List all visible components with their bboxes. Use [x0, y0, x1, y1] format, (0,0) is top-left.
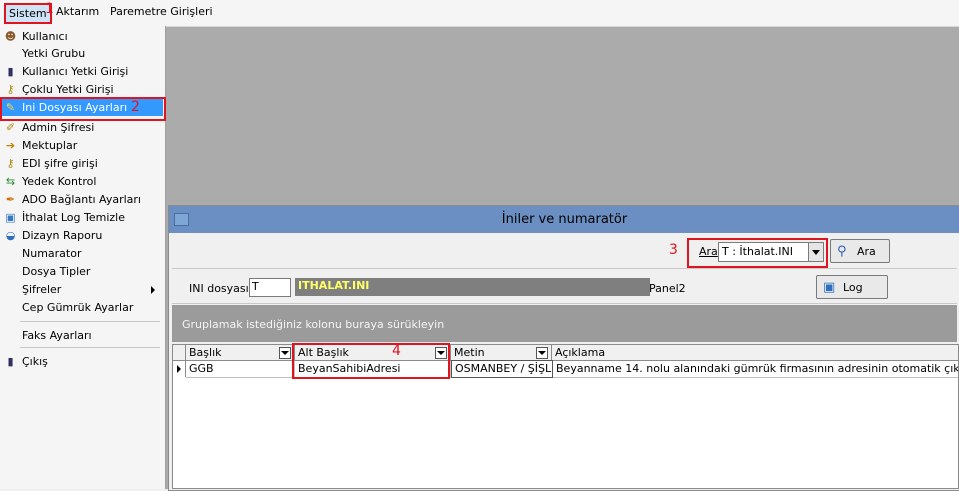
plug-icon: ✒: [5, 193, 16, 206]
table-cell[interactable]: GGB: [186, 361, 295, 378]
menu-item-yetki-grubu[interactable]: Yetki Grubu: [0, 45, 163, 62]
grid-corner: [173, 345, 186, 361]
menu-item-coklu-yetki-girisi[interactable]: ⚷ Çoklu Yetki Girişi: [0, 81, 163, 98]
window-title: İniler ve numaratör: [501, 212, 628, 227]
ini-label: INI dosyası: [189, 282, 249, 295]
report-icon: ◒: [5, 229, 16, 242]
highlight-ini-item: [0, 97, 166, 121]
iniler-window: İniler ve numaratör 3 Ara T : İthalat.IN…: [168, 205, 959, 491]
menu-item-yedek-kontrol[interactable]: ⇆ Yedek Kontrol: [0, 173, 163, 190]
user-icon: ☻: [4, 30, 17, 43]
menu-item-mektuplar[interactable]: ➔ Mektuplar: [0, 137, 163, 154]
menu-item-dizayn-raporu[interactable]: ◒ Dizayn Raporu: [0, 227, 163, 244]
annotation-3: 3: [669, 242, 678, 258]
search-button[interactable]: ⚲ Ara: [830, 239, 890, 263]
annotation-2: 2: [131, 99, 140, 115]
menu-paremetre-girisleri[interactable]: Paremetre Girişleri: [110, 5, 213, 18]
menu-item-sifreler[interactable]: Şifreler: [0, 281, 163, 298]
menu-separator: [20, 321, 160, 322]
sistem-dropdown-menu: ☻ Kullanıcı Yetki Grubu ▮ Kullanıcı Yetk…: [0, 26, 166, 489]
menu-item-dosya-tipler[interactable]: Dosya Tipler: [0, 263, 163, 280]
pen-icon: ✐: [5, 121, 16, 134]
column-header-metin[interactable]: Metin: [451, 345, 552, 361]
menu-item-ithalat-log-temizle[interactable]: ▣ İthalat Log Temizle: [0, 209, 163, 226]
menu-item-edi-sifre-girisi[interactable]: ⚷ EDI şifre girişi: [0, 155, 163, 172]
menu-item-admin-sifresi[interactable]: ✐ Admin Şifresi: [0, 119, 163, 136]
window-titlebar[interactable]: İniler ve numaratör: [169, 206, 959, 233]
arrow-icon: ➔: [5, 139, 16, 152]
log-icon: ▣: [5, 211, 16, 224]
chevron-down-icon[interactable]: [808, 243, 823, 261]
table-cell[interactable]: OSMANBEY / ŞİŞLİ - İSTANBUL: [451, 360, 553, 378]
filter-dropdown-icon[interactable]: [279, 347, 291, 359]
menu-bar: Sistem 1 Aktarım Paremetre Girişleri: [0, 0, 959, 27]
magnifier-icon: ⚲: [837, 244, 847, 259]
ini-file-name: ITHALAT.INI: [295, 278, 650, 296]
menu-item-kullanici-yetki-girisi[interactable]: ▮ Kullanıcı Yetki Girişi: [0, 63, 163, 80]
annotation-1: 1: [45, 1, 54, 17]
column-header-baslik[interactable]: Başlık: [186, 345, 295, 361]
search-toolbar: 3 Ara T : İthalat.INI ⚲ Ara: [172, 236, 957, 268]
filter-dropdown-icon[interactable]: [536, 347, 548, 359]
menu-item-numarator[interactable]: Numarator: [0, 245, 163, 262]
menu-item-ado-baglanti-ayarlari[interactable]: ✒ ADO Bağlantı Ayarları: [0, 191, 163, 208]
column-header-aciklama[interactable]: Açıklama: [552, 345, 958, 361]
backup-icon: ⇆: [5, 175, 16, 188]
group-by-area[interactable]: Gruplamak istediğiniz kolonu buraya sürü…: [172, 305, 957, 342]
menu-item-faks-ayarlari[interactable]: Faks Ayarları: [0, 327, 163, 344]
table-cell[interactable]: Beyanname 14. nolu alanındaki gümrük fir…: [553, 361, 958, 378]
row-indicator-icon: [173, 361, 186, 377]
search-label: Ara: [699, 245, 718, 258]
menu-item-cep-gumruk-ayarlar[interactable]: Cep Gümrük Ayarlar: [0, 299, 163, 316]
menu-item-cikis[interactable]: ▮ Çıkış: [0, 353, 163, 370]
data-grid: Başlık Alt Başlık Metin Açıklama GGB Bey…: [172, 343, 959, 489]
menu-aktarim[interactable]: Aktarım: [56, 5, 99, 18]
person-icon: ▮: [7, 65, 14, 78]
annotation-4: 4: [392, 343, 401, 359]
key-icon: ⚷: [6, 157, 15, 170]
menu-item-kullanici[interactable]: ☻ Kullanıcı: [0, 28, 163, 45]
exit-icon: ▮: [7, 355, 14, 368]
submenu-arrow-icon: [151, 286, 155, 294]
menu-separator: [20, 347, 160, 348]
highlight-alt-baslik: [292, 343, 450, 379]
ini-panel: INI dosyası T ITHALAT.INI Panel2 ▣ Log: [172, 268, 957, 304]
ini-file-combo[interactable]: T : İthalat.INI: [718, 242, 824, 262]
log-button[interactable]: ▣ Log: [816, 275, 888, 299]
log-icon: ▣: [823, 280, 836, 295]
panel-caption: Panel2: [649, 282, 686, 295]
key-icon: ⚷: [6, 83, 15, 96]
ini-code-input[interactable]: T: [249, 278, 291, 297]
